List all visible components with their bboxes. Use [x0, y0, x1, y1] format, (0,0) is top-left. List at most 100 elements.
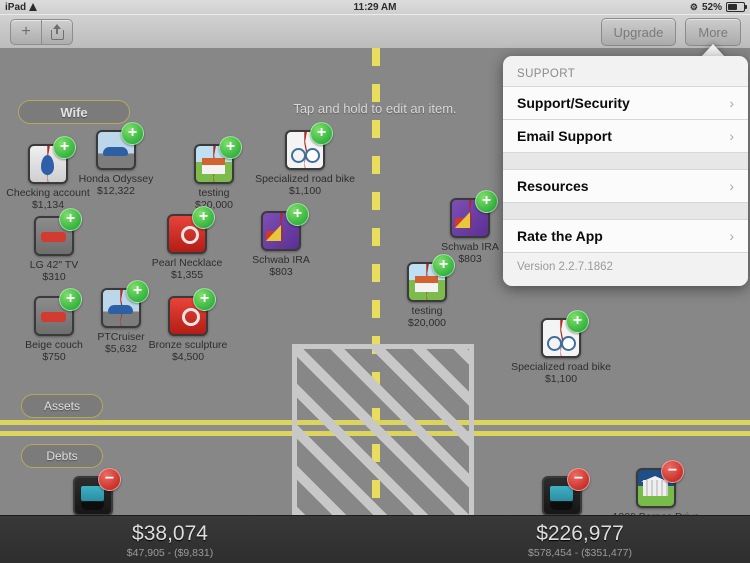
item-amount: $12,322	[97, 185, 135, 197]
menu-label: Rate the App	[517, 228, 603, 244]
add-button[interactable]: +	[10, 19, 41, 45]
menu-label: Email Support	[517, 128, 612, 144]
add-badge-icon[interactable]: +	[475, 190, 498, 213]
item-icon-wrap: −	[542, 468, 590, 516]
add-badge-icon[interactable]: +	[219, 136, 242, 159]
item-amount: $1,134	[31, 199, 65, 211]
bluetooth-icon: ⚙	[689, 1, 698, 12]
totals-bar: $38,074 $47,905 - ($9,831) $226,977 $578…	[0, 515, 750, 563]
menu-item-rate-the-app[interactable]: Rate the App ›	[503, 219, 748, 253]
asset-item[interactable]: + Schwab IRA $803	[231, 203, 331, 278]
split-crack-icon	[469, 200, 473, 236]
add-badge-icon[interactable]: +	[192, 206, 215, 229]
item-label: Specialized road bike	[511, 361, 611, 373]
item-label: testing	[198, 187, 230, 199]
item-amount: $4,500	[171, 351, 205, 363]
asset-item[interactable]: + Pearl Necklace $1,355	[137, 206, 237, 281]
item-icon-wrap: +	[541, 310, 589, 358]
item-icon-wrap: +	[28, 136, 76, 184]
item-icon-wrap: +	[285, 122, 333, 170]
share-button[interactable]	[41, 19, 73, 45]
toolbar-left-buttons: +	[10, 19, 73, 45]
menu-item-email-support[interactable]: Email Support ›	[503, 120, 748, 153]
chevron-right-icon: ›	[729, 228, 734, 244]
item-label: Pearl Necklace	[151, 257, 223, 269]
status-right: ⚙ 52%	[689, 1, 747, 13]
item-label: testing	[411, 305, 443, 317]
add-badge-icon[interactable]: +	[286, 203, 309, 226]
popover-version-label: Version 2.2.7.1862	[503, 253, 748, 281]
split-crack-icon	[280, 213, 284, 249]
item-icon-wrap: +	[261, 203, 309, 251]
item-icon-wrap: −	[636, 460, 684, 508]
popover-separator	[503, 203, 748, 219]
chevron-right-icon: ›	[729, 95, 734, 111]
more-button[interactable]: More	[685, 18, 741, 46]
add-badge-icon[interactable]: +	[121, 122, 144, 145]
menu-item-support-security[interactable]: Support/Security ›	[503, 86, 748, 120]
item-amount: $20,000	[408, 317, 446, 329]
item-icon-wrap: −	[73, 468, 121, 516]
totals-husband: $226,977 $578,454 - ($351,477)	[410, 522, 750, 560]
item-label: Bronze sculpture	[148, 339, 228, 351]
split-crack-icon	[426, 264, 430, 300]
chevron-right-icon: ›	[729, 128, 734, 144]
ios-status-bar: iPad 11:29 AM ⚙ 52%	[0, 0, 750, 15]
wife-breakdown: $47,905 - ($9,831)	[126, 547, 214, 559]
add-badge-icon[interactable]: +	[193, 288, 216, 311]
drop-zone[interactable]	[292, 344, 474, 526]
asset-item[interactable]: + Specialized road bike $1,100	[511, 310, 611, 385]
item-label: LG 42" TV	[29, 259, 79, 271]
item-amount: $1,355	[170, 269, 204, 281]
app-root: iPad 11:29 AM ⚙ 52% + Upgrade More Wife …	[0, 0, 750, 563]
more-popover: SUPPORT Support/Security › Email Support…	[503, 56, 748, 286]
battery-percent: 52%	[701, 1, 722, 13]
item-icon-wrap: +	[34, 208, 82, 256]
popover-section-title: SUPPORT	[517, 68, 576, 80]
asset-item[interactable]: + LG 42" TV $310	[4, 208, 104, 283]
add-badge-icon[interactable]: +	[566, 310, 589, 333]
asset-item[interactable]: + Honda Odyssey $12,322	[66, 122, 166, 197]
upgrade-button[interactable]: Upgrade	[600, 18, 677, 46]
split-crack-icon	[47, 146, 51, 182]
asset-item[interactable]: + Bronze sculpture $4,500	[138, 288, 238, 363]
item-amount: $803	[269, 266, 293, 278]
item-icon-wrap: +	[34, 288, 82, 336]
asset-item[interactable]: + Specialized road bike $1,100	[255, 122, 355, 197]
item-icon-wrap: +	[101, 280, 149, 328]
remove-badge-icon[interactable]: −	[98, 468, 121, 491]
item-icon-wrap: +	[450, 190, 498, 238]
menu-label: Support/Security	[517, 95, 630, 111]
husband-net-total: $226,977	[536, 522, 624, 545]
split-crack-icon	[213, 146, 217, 182]
menu-item-resources[interactable]: Resources ›	[503, 169, 748, 203]
asset-item[interactable]: + testing $20,000	[164, 136, 264, 211]
item-icon-wrap: +	[168, 288, 216, 336]
item-label: Schwab IRA	[252, 254, 310, 266]
chevron-right-icon: ›	[729, 178, 734, 194]
status-clock: 11:29 AM	[353, 1, 397, 13]
remove-badge-icon[interactable]: −	[567, 468, 590, 491]
item-amount: $310	[42, 271, 66, 283]
category-assets[interactable]: Assets	[21, 394, 103, 418]
menu-label: Resources	[517, 178, 589, 194]
battery-icon	[726, 2, 747, 12]
toolbar-right-buttons: Upgrade More	[600, 18, 741, 46]
remove-badge-icon[interactable]: −	[661, 460, 684, 483]
add-badge-icon[interactable]: +	[59, 208, 82, 231]
popover-separator	[503, 153, 748, 169]
wife-net-total: $38,074	[132, 522, 208, 545]
item-label: Honda Odyssey	[78, 173, 154, 185]
husband-breakdown: $578,454 - ($351,477)	[528, 547, 632, 559]
split-crack-icon	[120, 290, 124, 326]
add-badge-icon[interactable]: +	[432, 254, 455, 277]
item-amount: $1,100	[544, 373, 578, 385]
split-crack-icon	[304, 132, 308, 168]
category-debts[interactable]: Debts	[21, 444, 103, 468]
app-toolbar: + Upgrade More	[0, 14, 750, 49]
item-icon-wrap: +	[96, 122, 144, 170]
add-badge-icon[interactable]: +	[310, 122, 333, 145]
share-icon	[50, 23, 64, 40]
split-crack-icon	[560, 320, 564, 356]
asset-item[interactable]: + testing $20,000	[377, 254, 477, 329]
